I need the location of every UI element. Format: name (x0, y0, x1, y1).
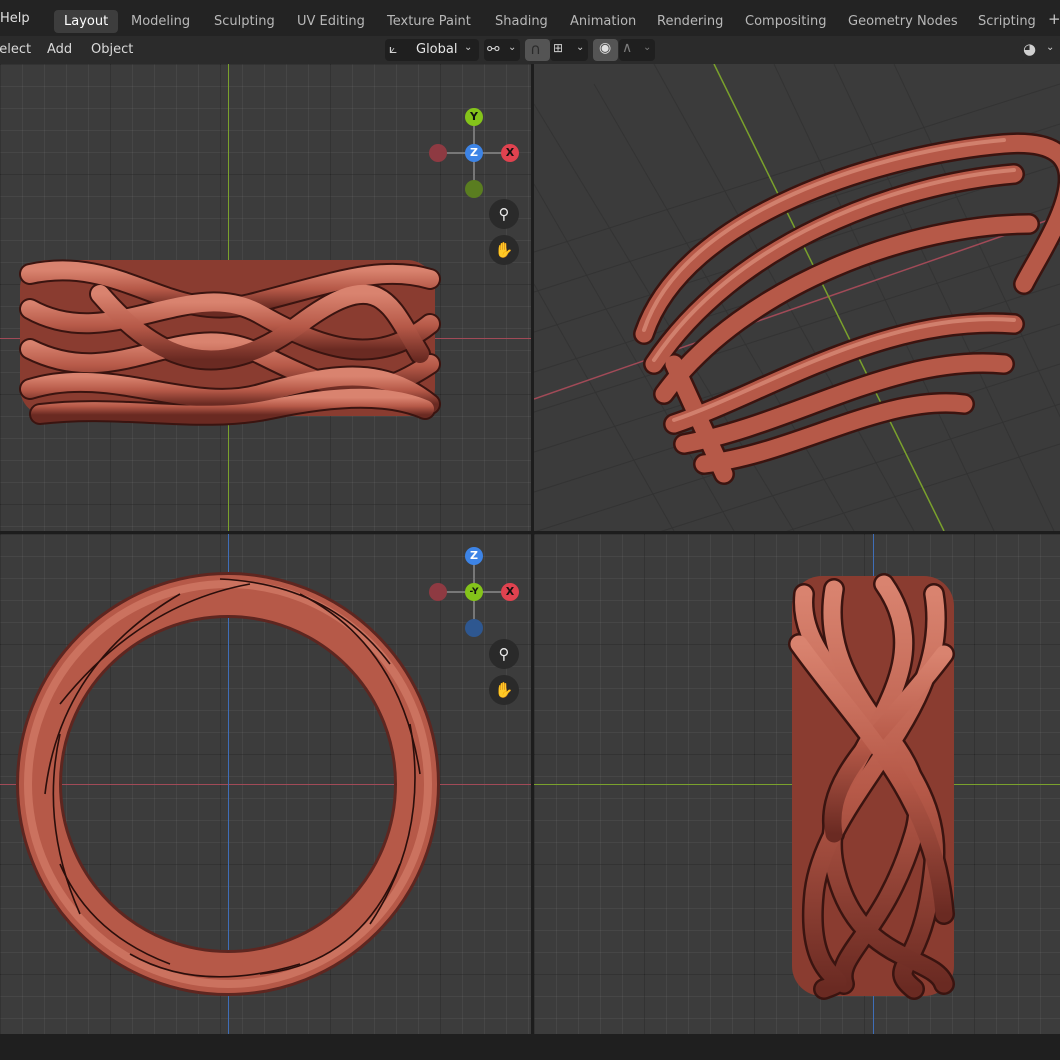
blender-window: Help Layout Modeling Sculpting UV Editin… (0, 0, 1060, 1060)
tab-rendering[interactable]: Rendering (647, 10, 733, 33)
proportional-editing-icon: ◉ (599, 40, 612, 56)
workspace-bar: Help Layout Modeling Sculpting UV Editin… (0, 0, 1060, 40)
snap-toggle[interactable]: ∩ (525, 39, 550, 61)
gizmo-y-axis[interactable]: Y (465, 108, 483, 126)
viewport-side[interactable] (534, 534, 1060, 1034)
viewport-header: Select Add Object ⟀ Global ⌄ ⚯ ⌄ ∩ ⊞ ⌄ ◉… (0, 36, 1060, 64)
viewport-divider-vertical[interactable] (531, 64, 534, 1034)
zoom-icon[interactable]: ⚲ (489, 199, 519, 229)
viewport-perspective[interactable] (534, 64, 1060, 531)
gizmo-neg-x-axis[interactable] (429, 144, 447, 162)
zoom-icon[interactable]: ⚲ (489, 639, 519, 669)
ring-front-view[interactable] (0, 64, 531, 531)
tab-compositing[interactable]: Compositing (735, 10, 837, 33)
gizmo-neg-y-axis[interactable]: -Y (465, 583, 483, 601)
status-bar (0, 1034, 1060, 1060)
chevron-down-icon: ⌄ (508, 42, 517, 53)
viewport-front[interactable]: Y Z X ⚲ ✋ (0, 64, 531, 531)
gizmo-z-axis[interactable]: Z (465, 547, 483, 565)
tab-layout[interactable]: Layout (54, 10, 119, 33)
falloff-curve-icon: ∧ (622, 40, 633, 56)
snap-target-dropdown[interactable]: ⊞ ⌄ (550, 39, 588, 61)
menu-select[interactable]: Select (0, 42, 31, 57)
tab-scripting[interactable]: Scripting (968, 10, 1046, 33)
pivot-icon: ⚯ (487, 40, 500, 58)
visibility-dropdown[interactable]: ◕ ⌄ (1020, 39, 1060, 61)
falloff-dropdown[interactable]: ∧ ⌄ (619, 39, 655, 61)
menu-object[interactable]: Object (91, 42, 133, 57)
transform-orientation-dropdown[interactable]: ⟀ Global ⌄ (385, 39, 479, 61)
viewport-divider-horizontal[interactable] (0, 531, 1060, 534)
snap-increment-icon: ⊞ (553, 41, 564, 55)
hand-icon[interactable]: ✋ (489, 235, 519, 265)
tab-geometry-nodes[interactable]: Geometry Nodes (838, 10, 968, 33)
orientation-icon: ⟀ (389, 41, 398, 57)
gizmo-x-axis[interactable]: X (501, 583, 519, 601)
gizmo-z-axis[interactable]: Z (465, 144, 483, 162)
magnet-icon: ∩ (530, 40, 541, 58)
pivot-point-dropdown[interactable]: ⚯ ⌄ (484, 39, 520, 61)
proportional-editing-toggle[interactable]: ◉ (593, 39, 618, 61)
ring-perspective-view[interactable] (534, 64, 1060, 531)
ring-side-view[interactable] (534, 534, 1060, 1034)
tab-modeling[interactable]: Modeling (121, 10, 200, 33)
tab-shading[interactable]: Shading (485, 10, 558, 33)
tab-uv-editing[interactable]: UV Editing (287, 10, 375, 33)
chevron-down-icon: ⌄ (576, 42, 585, 53)
ring-top-view[interactable] (0, 534, 531, 1034)
tab-animation[interactable]: Animation (560, 10, 646, 33)
tab-sculpting[interactable]: Sculpting (204, 10, 285, 33)
gizmo-neg-z-axis[interactable] (465, 619, 483, 637)
chevron-down-icon: ⌄ (464, 42, 473, 53)
orientation-value: Global (416, 42, 458, 57)
gizmo-x-axis[interactable]: X (501, 144, 519, 162)
hand-icon[interactable]: ✋ (489, 675, 519, 705)
add-workspace-button[interactable]: + (1048, 10, 1060, 28)
viewport-top[interactable]: Z -Y X ⚲ ✋ (0, 534, 531, 1034)
tab-texture-paint[interactable]: Texture Paint (377, 10, 481, 33)
eye-icon: ◕ (1023, 40, 1037, 58)
chevron-down-icon: ⌄ (643, 42, 652, 53)
chevron-down-icon: ⌄ (1046, 42, 1055, 53)
menu-add[interactable]: Add (47, 42, 72, 57)
menu-help[interactable]: Help (0, 11, 30, 26)
gizmo-neg-x-axis[interactable] (429, 583, 447, 601)
gizmo-neg-y-axis[interactable] (465, 180, 483, 198)
